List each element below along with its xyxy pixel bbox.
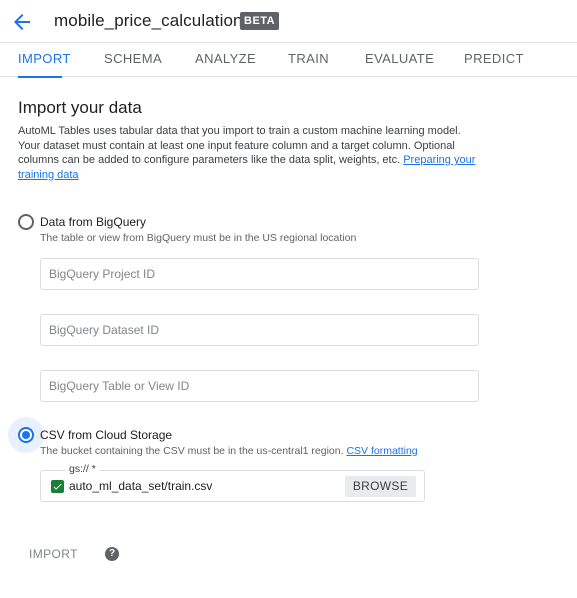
csv-hint-text: The bucket containing the CSV must be in… xyxy=(40,445,347,457)
csv-hint: The bucket containing the CSV must be in… xyxy=(40,445,418,457)
tab-import[interactable]: IMPORT xyxy=(18,43,70,78)
csv-radio[interactable] xyxy=(18,427,34,443)
browse-button[interactable]: BROWSE xyxy=(344,476,416,497)
import-description: AutoML Tables uses tabular data that you… xyxy=(18,124,483,182)
arrow-back-icon[interactable] xyxy=(10,10,34,34)
tab-predict[interactable]: PREDICT xyxy=(464,43,523,77)
bigquery-hint: The table or view from BigQuery must be … xyxy=(40,232,357,244)
bigquery-dataset-field xyxy=(40,314,479,346)
bigquery-table-input[interactable] xyxy=(41,371,478,401)
bigquery-dataset-input[interactable] xyxy=(41,315,478,345)
page-title: Import your data xyxy=(18,98,142,117)
beta-badge: BETA xyxy=(240,12,280,30)
bigquery-project-field xyxy=(40,258,479,290)
checkmark-icon xyxy=(51,480,64,493)
gcs-path-field[interactable]: gs:// * auto_ml_data_set/train.csv BROWS… xyxy=(40,463,425,502)
gcs-path-value[interactable]: auto_ml_data_set/train.csv xyxy=(69,479,212,493)
csv-label[interactable]: CSV from Cloud Storage xyxy=(40,428,172,442)
app-header: mobile_price_calculation BETA xyxy=(0,0,577,43)
tab-schema[interactable]: SCHEMA xyxy=(104,43,162,77)
gcs-field-label: gs:// * xyxy=(65,463,100,475)
tab-analyze[interactable]: ANALYZE xyxy=(195,43,256,77)
bigquery-project-input[interactable] xyxy=(41,259,478,289)
description-text: AutoML Tables uses tabular data that you… xyxy=(18,125,461,166)
bigquery-radio[interactable] xyxy=(18,214,34,230)
csv-formatting-link[interactable]: CSV formatting xyxy=(346,445,417,457)
dataset-title: mobile_price_calculation xyxy=(54,11,243,30)
help-icon[interactable]: ? xyxy=(105,547,119,561)
bigquery-label[interactable]: Data from BigQuery xyxy=(40,215,146,229)
tab-bar: IMPORT SCHEMA ANALYZE TRAIN EVALUATE PRE… xyxy=(0,43,577,78)
tab-train[interactable]: TRAIN xyxy=(288,43,329,77)
bigquery-table-field xyxy=(40,370,479,402)
tab-evaluate[interactable]: EVALUATE xyxy=(365,43,434,77)
import-button[interactable]: IMPORT xyxy=(29,547,78,561)
